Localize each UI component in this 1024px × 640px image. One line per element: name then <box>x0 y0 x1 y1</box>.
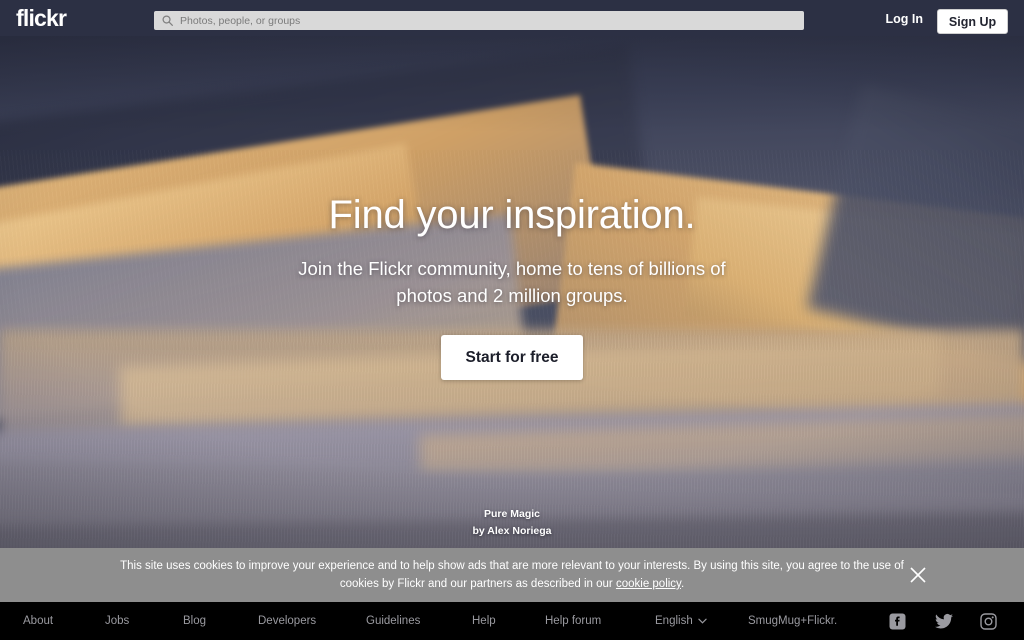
cookie-text-before: This site uses cookies to improve your e… <box>120 560 904 590</box>
chevron-down-icon <box>698 618 707 624</box>
language-selector-label: English <box>655 615 693 627</box>
site-header: flickr Log In Sign Up <box>0 0 1024 36</box>
hero-subtitle: Join the Flickr community, home to tens … <box>0 255 1024 309</box>
footer-link-guidelines[interactable]: Guidelines <box>366 615 420 627</box>
log-in-link[interactable]: Log In <box>886 12 924 26</box>
search-bar[interactable] <box>154 11 804 30</box>
language-selector[interactable]: English <box>655 615 707 627</box>
cookie-banner: This site uses cookies to improve your e… <box>0 548 1024 602</box>
flickr-logo[interactable]: flickr <box>16 7 67 30</box>
twitter-icon[interactable] <box>935 613 953 630</box>
photo-credit: Pure Magic by Alex Noriega <box>0 506 1024 540</box>
sign-up-button[interactable]: Sign Up <box>937 9 1008 34</box>
page-title: Find your inspiration. <box>328 193 696 237</box>
footer-link-developers[interactable]: Developers <box>258 615 316 627</box>
search-input[interactable] <box>180 12 740 29</box>
site-footer: About Jobs Blog Developers Guidelines He… <box>0 602 1024 640</box>
hero-content: Find your inspiration. Join the Flickr c… <box>0 0 1024 602</box>
photo-credit-byline[interactable]: by Alex Noriega <box>0 523 1024 540</box>
cookie-text-after: . <box>680 578 685 590</box>
start-for-free-button[interactable]: Start for free <box>441 335 583 380</box>
footer-link-help-forum[interactable]: Help forum <box>545 615 601 627</box>
close-icon[interactable] <box>908 565 928 585</box>
facebook-icon[interactable] <box>889 613 906 630</box>
footer-link-about[interactable]: About <box>23 615 53 627</box>
footer-link-blog[interactable]: Blog <box>183 615 206 627</box>
instagram-icon[interactable] <box>980 613 997 630</box>
footer-link-help[interactable]: Help <box>472 615 496 627</box>
hero-subtitle-line-2: photos and 2 million groups. <box>396 285 628 306</box>
cookie-policy-link[interactable]: cookie policy <box>616 578 681 590</box>
hero-subtitle-line-1: Join the Flickr community, home to tens … <box>298 258 726 279</box>
cookie-banner-text: This site uses cookies to improve your e… <box>117 557 907 593</box>
photo-credit-title[interactable]: Pure Magic <box>0 506 1024 523</box>
footer-link-jobs[interactable]: Jobs <box>105 615 129 627</box>
footer-link-smugmug[interactable]: SmugMug+Flickr. <box>748 615 837 627</box>
search-icon <box>162 15 173 26</box>
flickr-homepage: Find your inspiration. Join the Flickr c… <box>0 0 1024 640</box>
